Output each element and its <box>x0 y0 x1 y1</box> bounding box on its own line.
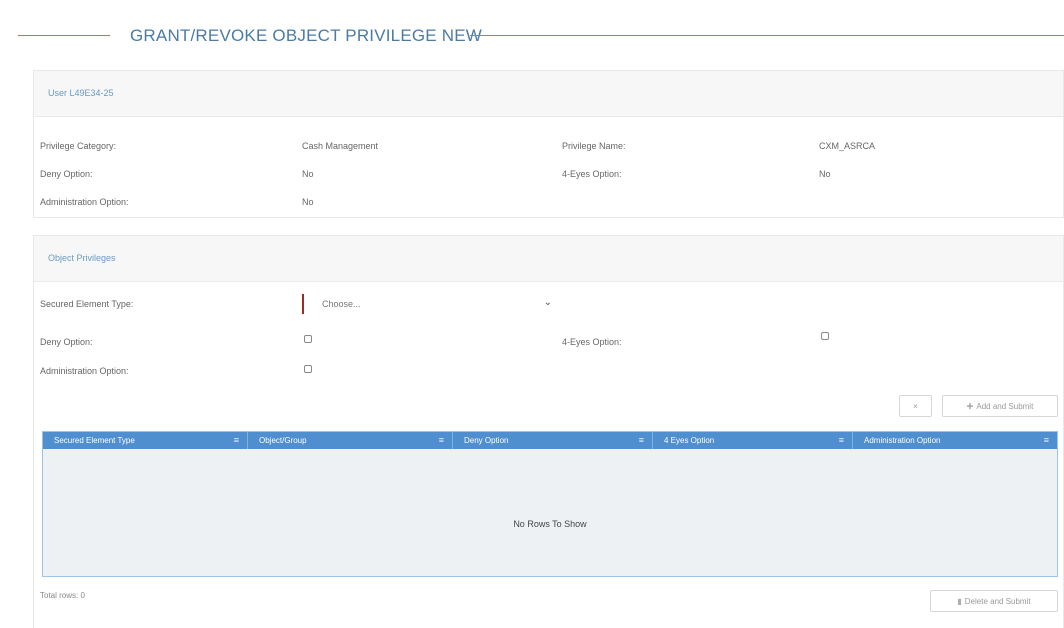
four-eyes-option-value: No <box>819 169 831 179</box>
column-menu-icon[interactable]: ≡ <box>839 432 844 449</box>
user-panel-title: User L49E34-25 <box>48 88 114 98</box>
object-panel-header: Object Privileges <box>34 236 1063 282</box>
plus-icon: ✚ <box>966 401 974 411</box>
page-title: GRANT/REVOKE OBJECT PRIVILEGE NEW <box>130 26 483 45</box>
delete-and-submit-button[interactable]: ▮ Delete and Submit <box>930 590 1058 612</box>
empty-grid-message: No Rows To Show <box>513 519 587 529</box>
trash-icon: ▮ <box>957 596 962 606</box>
add-and-submit-label: Add and Submit <box>976 401 1034 411</box>
column-menu-icon[interactable]: ≡ <box>439 432 444 449</box>
page-title-bar: GRANT/REVOKE OBJECT PRIVILEGE NEW <box>18 24 1064 48</box>
four-eyes-option-label: 4-Eyes Option: <box>562 169 622 179</box>
user-panel-header: User L49E34-25 <box>34 71 1063 117</box>
administration-option-value: No <box>302 197 314 207</box>
four-eyes-option-label: 4-Eyes Option: <box>562 337 622 347</box>
four-eyes-option-checkbox[interactable] <box>821 332 829 340</box>
object-panel-title: Object Privileges <box>48 253 116 263</box>
column-menu-icon[interactable]: ≡ <box>234 432 239 449</box>
privilege-category-label: Privilege Category: <box>40 141 117 151</box>
deny-option-value: No <box>302 169 314 179</box>
column-header-administration-option[interactable]: Administration Option ≡ <box>853 432 1057 449</box>
column-menu-icon[interactable]: ≡ <box>1044 432 1049 449</box>
administration-option-label: Administration Option: <box>40 366 129 376</box>
privilege-name-value: CXM_ASRCA <box>819 141 876 151</box>
privilege-category-value: Cash Management <box>302 141 379 151</box>
deny-option-label: Deny Option: <box>40 169 93 179</box>
secured-element-type-select[interactable]: Choose... ⌄ <box>302 294 552 314</box>
user-panel: User L49E34-25 Privilege Category: Cash … <box>33 70 1064 218</box>
administration-option-label: Administration Option: <box>40 197 129 207</box>
privilege-name-label: Privilege Name: <box>562 141 626 151</box>
administration-option-checkbox[interactable] <box>304 365 312 373</box>
title-divider-left <box>18 35 110 36</box>
title-divider-right <box>470 35 1064 36</box>
column-menu-icon[interactable]: ≡ <box>639 432 644 449</box>
column-header-deny-option[interactable]: Deny Option ≡ <box>453 432 653 449</box>
object-privileges-grid: Secured Element Type ≡ Object/Group ≡ Deny… <box>42 431 1058 577</box>
column-header-object-group[interactable]: Object/Group ≡ <box>248 432 453 449</box>
secured-element-type-label: Secured Element Type: <box>40 299 134 309</box>
grid-header: Secured Element Type ≡ Object/Group ≡ Deny… <box>43 432 1057 449</box>
object-privileges-panel: Object Privileges Secured Element Type: … <box>33 235 1064 628</box>
column-header-four-eyes-option[interactable]: 4 Eyes Option ≡ <box>653 432 853 449</box>
deny-option-checkbox[interactable] <box>304 335 312 343</box>
chevron-down-icon: ⌄ <box>543 297 552 308</box>
total-rows-count: Total rows: 0 <box>40 591 85 600</box>
select-placeholder: Choose... <box>322 299 361 309</box>
clear-button[interactable]: × <box>899 395 932 417</box>
deny-option-label: Deny Option: <box>40 337 93 347</box>
delete-and-submit-label: Delete and Submit <box>964 596 1031 606</box>
add-and-submit-button[interactable]: ✚ Add and Submit <box>942 395 1058 417</box>
column-header-secured-element-type[interactable]: Secured Element Type ≡ <box>43 432 248 449</box>
close-icon: × <box>913 401 918 411</box>
